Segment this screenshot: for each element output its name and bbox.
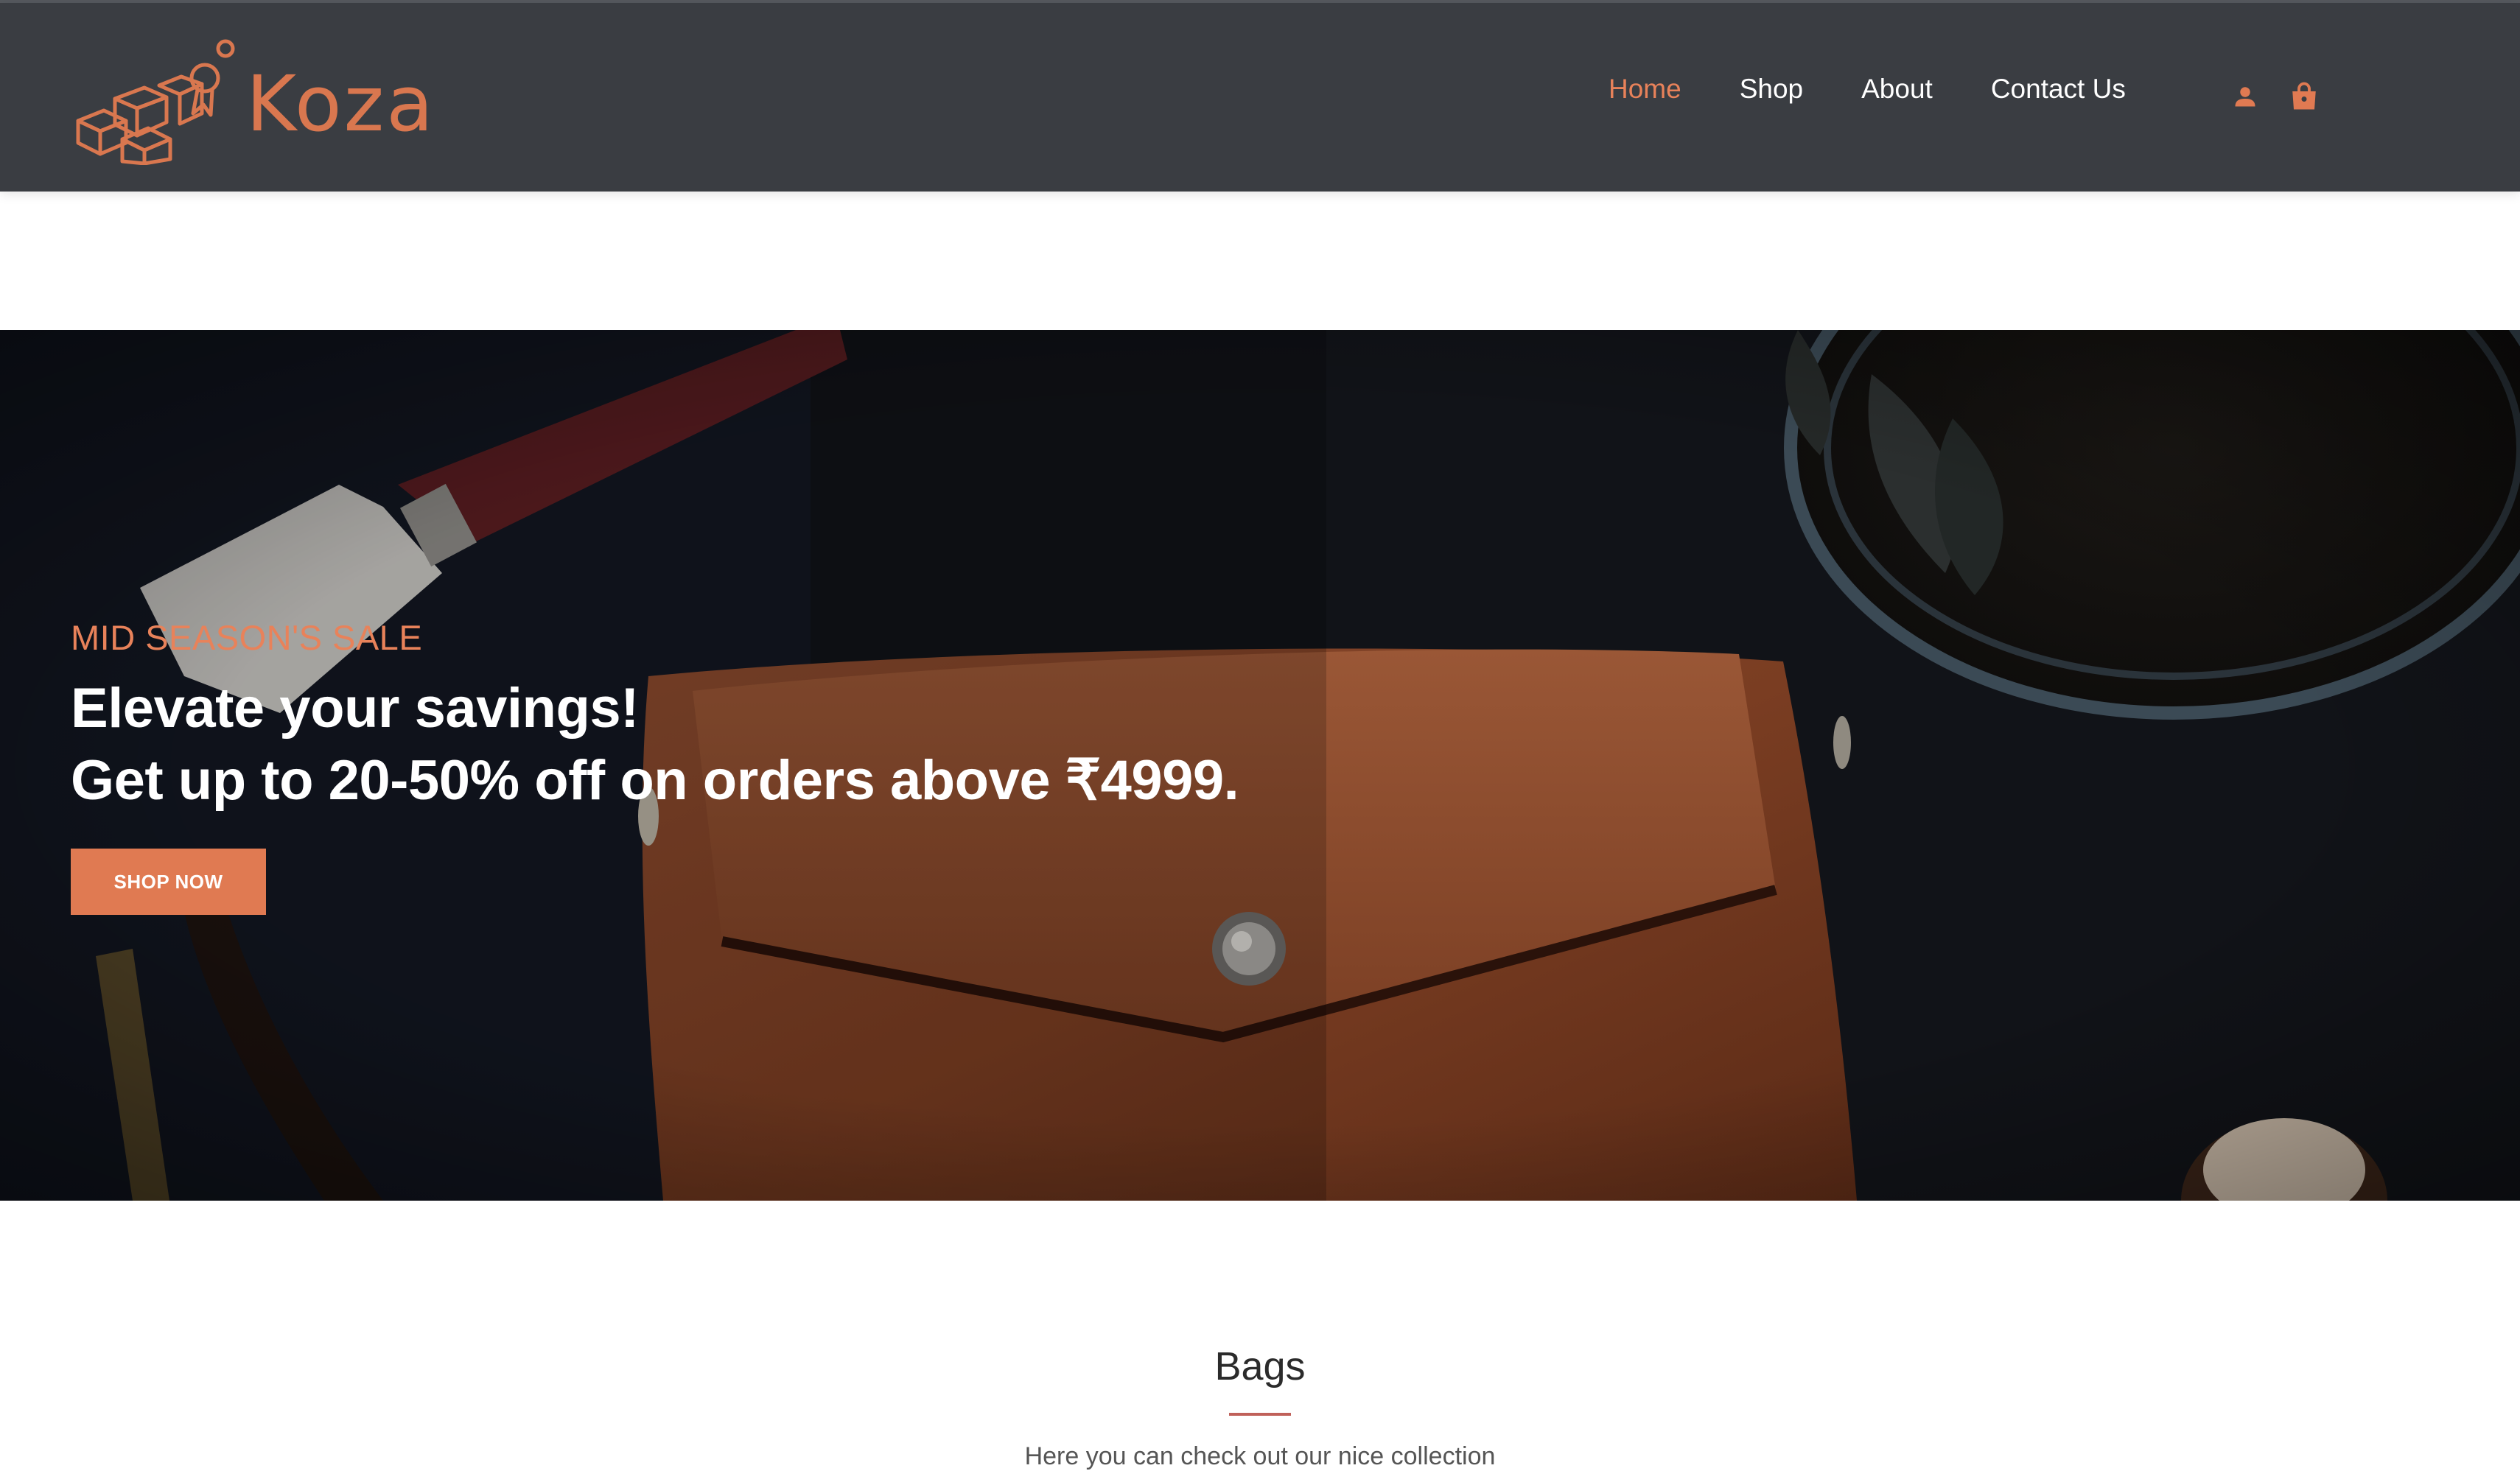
brand-logo[interactable]: Koza	[71, 32, 435, 165]
boxes-logo-icon	[76, 39, 235, 165]
header-actions	[2228, 80, 2321, 113]
shop-now-button[interactable]: SHOP NOW	[71, 849, 266, 915]
hero-headline-line2: Get up to 20-50% off on orders above ₹49…	[71, 749, 1239, 812]
nav-about[interactable]: About	[1861, 74, 1933, 105]
site-header: Koza Home Shop About Contact Us	[0, 3, 2520, 192]
section-title-underline	[1229, 1413, 1291, 1416]
cart-button[interactable]	[2287, 80, 2321, 113]
hero-subtitle: MID SEASON'S SALE	[71, 618, 423, 657]
shopping-bag-icon	[2292, 82, 2316, 110]
nav-shop[interactable]: Shop	[1740, 74, 1803, 105]
brand-name: Koza	[246, 59, 435, 149]
account-button[interactable]	[2228, 80, 2262, 113]
section-title: Bags	[1214, 1344, 1306, 1389]
hero-banner: MID SEASON'S SALE Elevate your savings! …	[0, 330, 2520, 1201]
nav-contact-us[interactable]: Contact Us	[1991, 74, 2126, 105]
nav-home[interactable]: Home	[1609, 74, 1681, 105]
main-nav: Home Shop About Contact Us	[1609, 74, 2126, 105]
user-icon	[2235, 87, 2255, 107]
hero-headline-line1: Elevate your savings!	[71, 677, 639, 740]
section-description: Here you can check out our nice collecti…	[1024, 1442, 1496, 1470]
